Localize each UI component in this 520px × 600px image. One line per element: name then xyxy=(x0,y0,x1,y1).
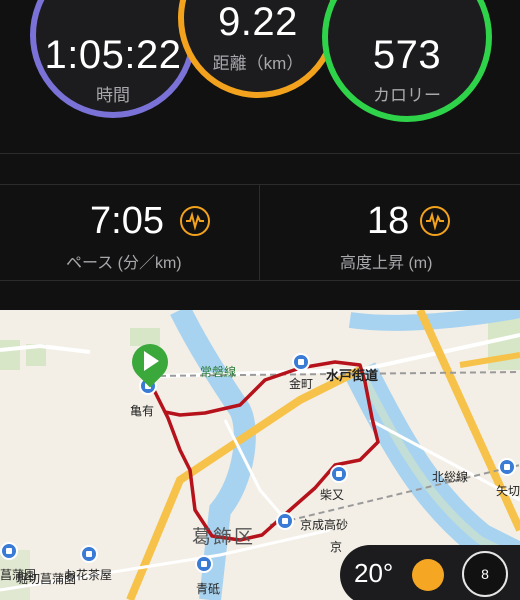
route-map[interactable]: 常磐線 金町 水戸街道 亀有 柴又 北総線 矢切 葛飾区 京成高砂 青砥 京 堀… xyxy=(0,310,520,600)
map-label: 水戸街道 xyxy=(326,368,379,383)
elevation-value: 18 xyxy=(367,200,410,242)
activity-screen: 1:05:22 時間 9.22 距離（km） 573 カロリー 7:05 ペース… xyxy=(0,0,520,600)
sun-icon xyxy=(412,559,444,591)
map-label: 北総線 xyxy=(432,470,469,484)
temperature: 20° xyxy=(354,558,394,588)
weather-widget: 20° 8 xyxy=(340,545,520,600)
map-label: 亀有 xyxy=(130,404,155,418)
map-label: 菖蒲園 xyxy=(0,568,37,582)
map-label: 京成高砂 xyxy=(300,518,349,532)
station-icon xyxy=(195,555,213,573)
time-label: 時間 xyxy=(96,86,130,105)
divider xyxy=(259,184,260,280)
play-icon xyxy=(144,351,159,371)
stats-panel: 1:05:22 時間 9.22 距離（km） 573 カロリー 7:05 ペース… xyxy=(0,0,520,310)
station-icon xyxy=(292,353,310,371)
station-icon xyxy=(498,458,516,476)
compass-button[interactable]: 8 xyxy=(462,551,508,597)
elevation-label: 高度上昇 (m) xyxy=(340,255,433,272)
map-label: 金町 xyxy=(289,377,314,391)
map-label: 京 xyxy=(330,540,343,554)
map-label: 葛飾区 xyxy=(192,527,256,548)
divider xyxy=(0,184,520,185)
divider xyxy=(0,280,520,281)
station-icon xyxy=(80,545,98,563)
map-label: お花茶屋 xyxy=(64,568,113,582)
map-label: 常磐線 xyxy=(200,365,237,379)
map-label: 柴又 xyxy=(320,488,345,502)
pace-value: 7:05 xyxy=(90,200,164,242)
calories-value: 573 xyxy=(372,33,442,77)
pulse-icon xyxy=(420,206,450,236)
compass-value: 8 xyxy=(481,566,489,582)
station-icon xyxy=(330,465,348,483)
calories-label: カロリー xyxy=(373,86,441,105)
station-icon xyxy=(0,542,18,560)
pace-label: ペース (分／km) xyxy=(66,255,182,272)
pulse-icon xyxy=(180,206,210,236)
map-label: 青砥 xyxy=(196,582,221,596)
station-icon xyxy=(276,512,294,530)
map-label: 矢切 xyxy=(496,484,520,498)
divider xyxy=(0,153,520,154)
